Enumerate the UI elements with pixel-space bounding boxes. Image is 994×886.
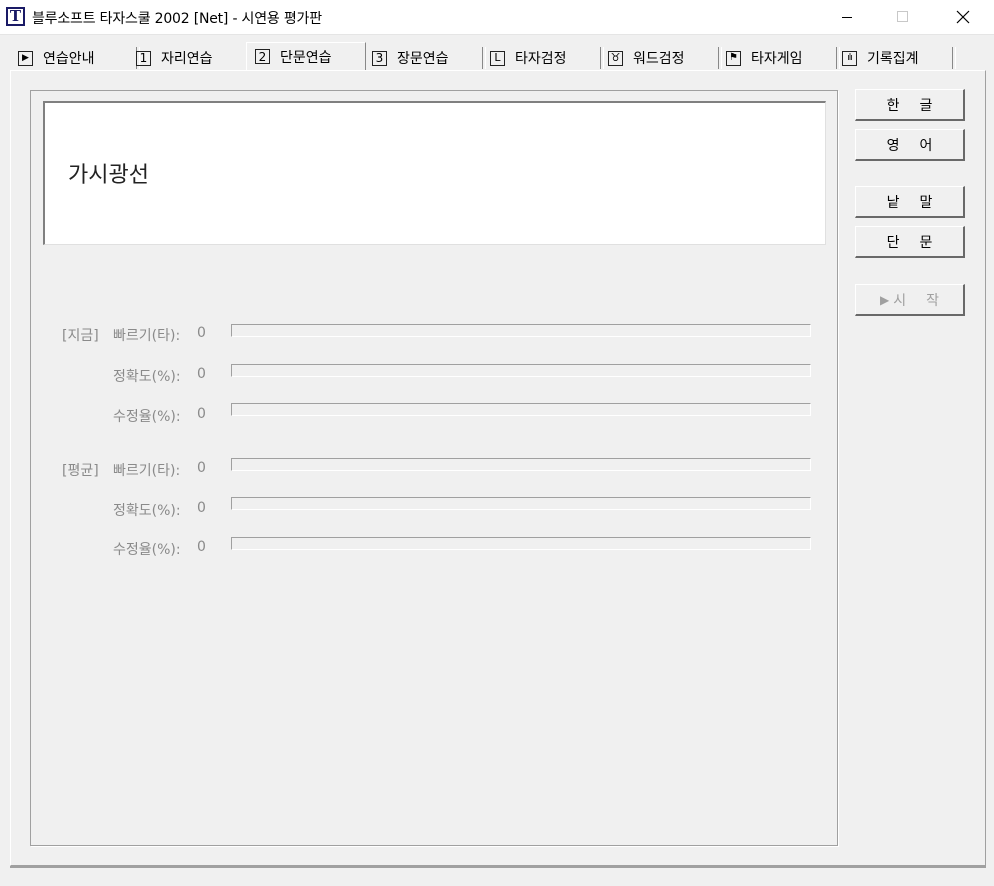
window-title: 블루소프트 타자스쿨 2002 [Net] - 시연용 평가판 — [32, 11, 322, 27]
average-group-label: [평균] — [62, 463, 99, 479]
tab-records[interactable]: ılı 기록집계 — [842, 46, 956, 70]
current-correction-label: 수정율(%): — [113, 409, 181, 425]
english-button[interactable]: 영어 — [855, 129, 965, 161]
average-speed-label: 빠르기(타): — [113, 463, 181, 479]
app-logo-icon: T — [6, 7, 25, 26]
current-accuracy-label: 정확도(%): — [113, 369, 181, 385]
current-speed-label: 빠르기(타): — [113, 328, 181, 344]
average-accuracy-label: 정확도(%): — [113, 503, 181, 519]
tab-typing-game[interactable]: ⚑ 타자게임 — [726, 46, 840, 70]
number-1-icon: 1 — [136, 50, 151, 66]
bar-chart-icon: ılı — [842, 50, 857, 66]
minimize-icon — [842, 17, 852, 18]
average-speed-bar — [231, 458, 811, 471]
current-correction-value: 0 — [197, 406, 206, 422]
tab-label: 연습안내 — [43, 51, 95, 67]
close-button[interactable] — [940, 0, 986, 34]
average-speed-value: 0 — [197, 460, 206, 476]
current-accuracy-value: 0 — [197, 366, 206, 382]
words-button-label: 낱말 — [886, 194, 953, 211]
title-bar: T 블루소프트 타자스쿨 2002 [Net] - 시연용 평가판 — [0, 0, 994, 35]
play-icon: ▶ — [18, 50, 33, 66]
tab-label: 워드검정 — [633, 51, 685, 67]
tab-typing-test[interactable]: L 타자검정 — [490, 46, 604, 70]
average-correction-bar — [231, 537, 811, 550]
tab-label: 기록집계 — [867, 51, 919, 67]
average-accuracy-bar — [231, 497, 811, 510]
sentences-button[interactable]: 단문 — [855, 226, 965, 258]
tab-intro[interactable]: ▶ 연습안내 — [18, 46, 140, 70]
english-button-label: 영어 — [886, 137, 953, 154]
number-3-icon: 3 — [372, 50, 387, 66]
clock-icon: L — [490, 50, 505, 66]
start-button[interactable]: ▶ 시작 — [855, 284, 965, 316]
tab-short-sentence-practice[interactable]: 2 단문연습 — [246, 42, 366, 70]
maximize-icon — [897, 11, 908, 22]
practice-sentence: 가시광선 — [68, 163, 149, 188]
current-group-label: [지금] — [62, 328, 99, 344]
current-accuracy-bar — [231, 364, 811, 377]
average-accuracy-value: 0 — [197, 500, 206, 516]
medal-icon: ♉ — [608, 50, 623, 66]
sentence-display: 가시광선 — [43, 101, 826, 245]
tab-label: 장문연습 — [397, 51, 449, 67]
start-button-label: 시작 — [893, 292, 959, 309]
words-button[interactable]: 낱말 — [855, 186, 965, 218]
flag-icon: ⚑ — [726, 50, 741, 66]
play-icon: ▶ — [880, 292, 890, 307]
current-correction-bar — [231, 403, 811, 416]
korean-button[interactable]: 한글 — [855, 89, 965, 121]
sentences-button-label: 단문 — [886, 234, 953, 251]
current-speed-value: 0 — [197, 325, 206, 341]
korean-button-label: 한글 — [886, 97, 953, 114]
tab-label: 타자게임 — [751, 51, 803, 67]
maximize-button — [880, 0, 926, 34]
current-speed-bar — [231, 324, 811, 337]
minimize-button[interactable] — [824, 0, 870, 34]
tab-label: 단문연습 — [280, 49, 332, 66]
tab-long-sentence-practice[interactable]: 3 장문연습 — [372, 46, 486, 70]
tab-word-test[interactable]: ♉ 워드검정 — [608, 46, 722, 70]
tab-label: 타자검정 — [515, 51, 567, 67]
tab-label: 자리연습 — [161, 51, 213, 67]
close-icon — [956, 10, 970, 24]
tab-position-practice[interactable]: 1 자리연습 — [136, 46, 254, 70]
number-2-icon: 2 — [255, 49, 270, 64]
average-correction-value: 0 — [197, 539, 206, 555]
average-correction-label: 수정율(%): — [113, 542, 181, 558]
